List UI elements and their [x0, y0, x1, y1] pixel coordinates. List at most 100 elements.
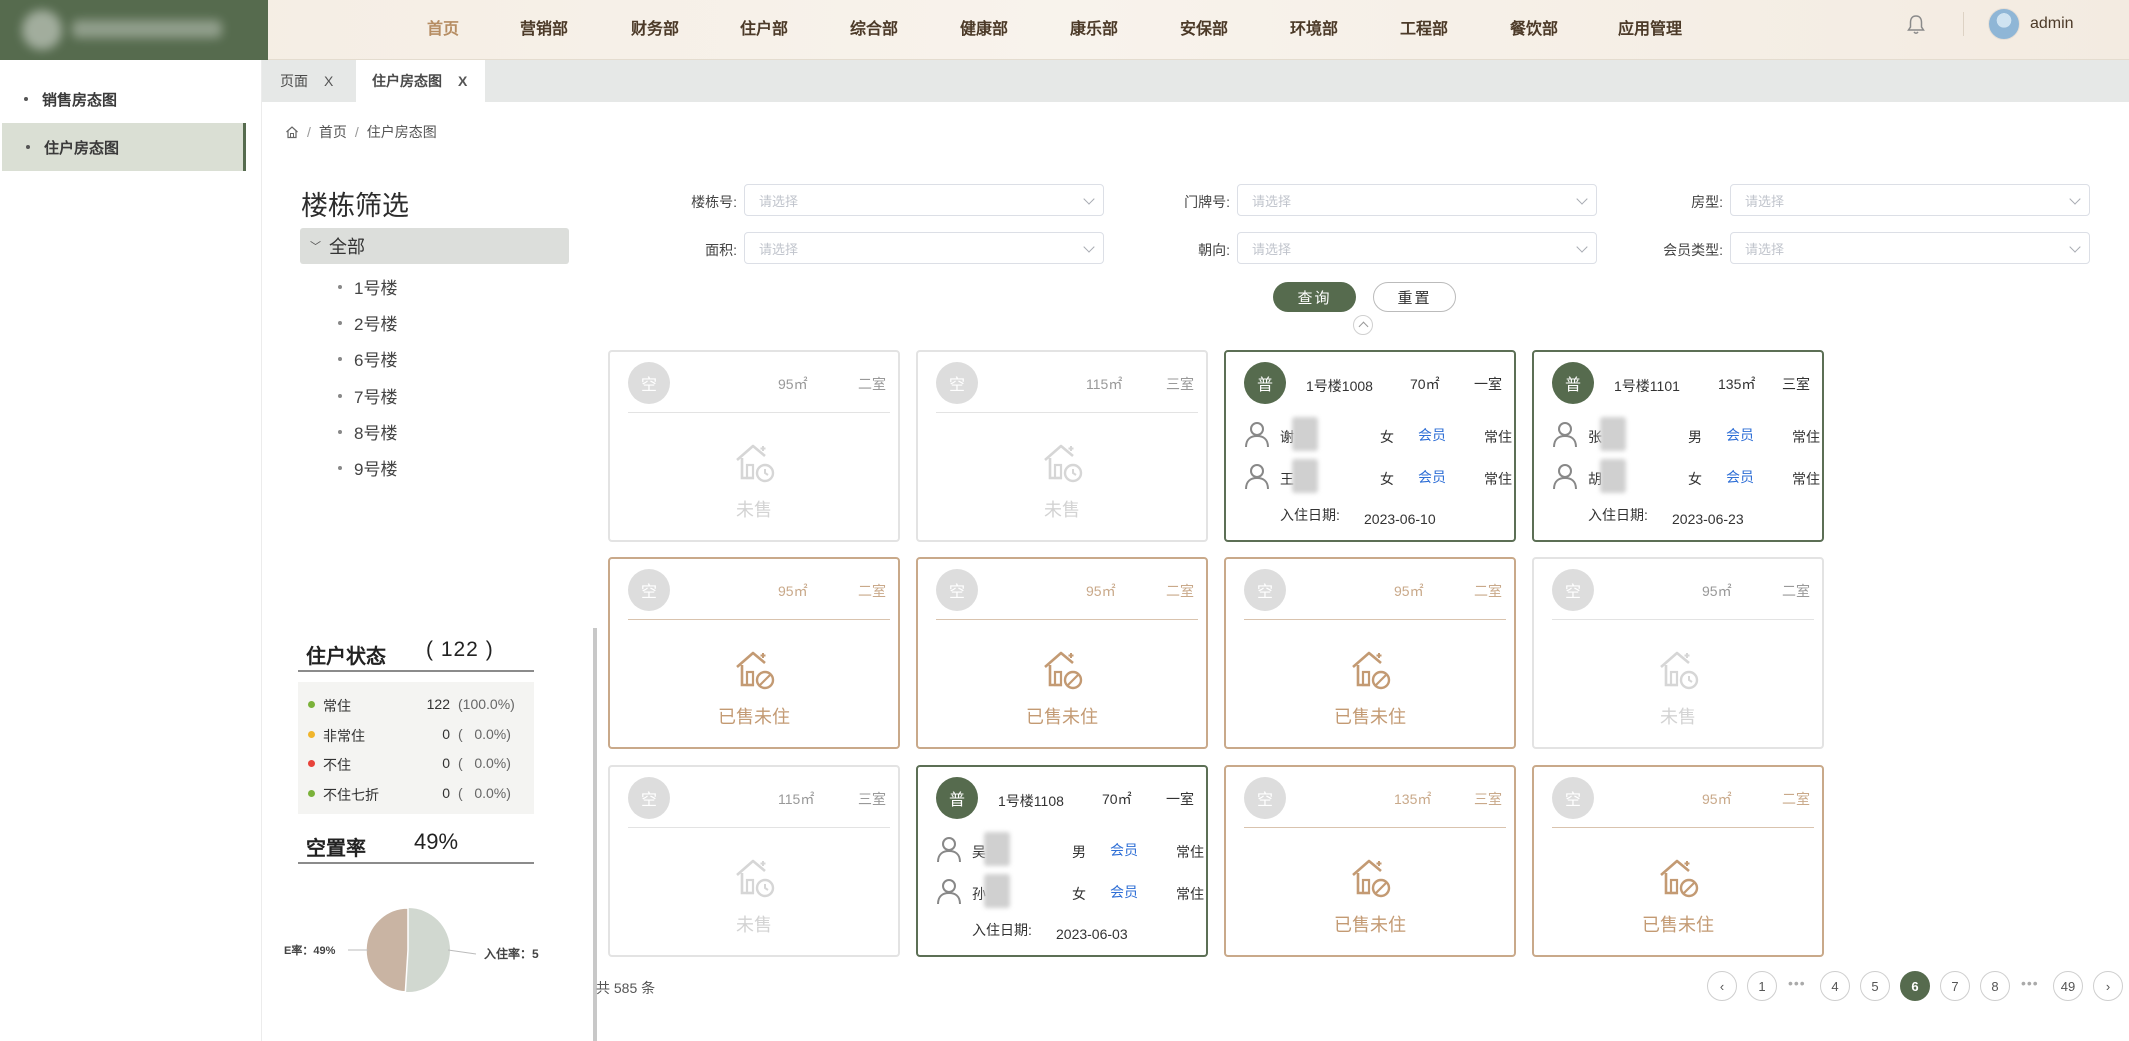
room-status-badge: 普	[1244, 362, 1286, 404]
resident-status-count: ( 122 )	[426, 638, 494, 661]
nav-item[interactable]: 工程部	[1400, 15, 1448, 39]
room-card-sold-vacant[interactable]: 空 135㎡ 三室 已售未住	[1224, 765, 1516, 957]
nav-item[interactable]: 综合部	[850, 15, 898, 39]
breadcrumb-home[interactable]: 首页	[319, 122, 347, 142]
room-card-unsold[interactable]: 空 95㎡ 二室 未售	[608, 350, 900, 542]
room-card-occupied[interactable]: 普 1号楼1108 70㎡ 一室吴男会员 常住孙女会员 常住 入住日期: 2023-06-03	[916, 765, 1208, 957]
tree-node-building[interactable]: 8号楼	[338, 419, 397, 444]
tree-node-building[interactable]: 6号楼	[338, 346, 397, 371]
bell-icon[interactable]	[1906, 14, 1926, 36]
nav-item[interactable]: 应用管理	[1618, 15, 1682, 39]
room-status-badge: 空	[628, 777, 670, 819]
room-card-sold-vacant[interactable]: 空 95㎡ 二室 已售未住	[1224, 557, 1516, 749]
room-card-occupied[interactable]: 普 1号楼1101 135㎡ 三室张男会员 常住胡女会员 常住 入住日期: 2023-06-2…	[1532, 350, 1824, 542]
person-icon	[1553, 422, 1577, 448]
room-card-sold-vacant[interactable]: 空 95㎡ 二室 已售未住	[608, 557, 900, 749]
pagination-prev-button[interactable]: ‹	[1707, 971, 1737, 1001]
resident-row[interactable]: 谢女会员 常住	[1244, 417, 1512, 451]
member-link[interactable]: 会员	[1726, 467, 1754, 487]
nav-item[interactable]: 财务部	[631, 15, 679, 39]
pagination-page[interactable]: 1	[1747, 971, 1777, 1001]
room-card-unsold[interactable]: 空 115㎡ 三室 未售	[916, 350, 1208, 542]
pagination-page[interactable]: 7	[1940, 971, 1970, 1001]
logo[interactable]	[0, 0, 268, 60]
area-select[interactable]: 请选择	[744, 232, 1104, 264]
tree-node-building[interactable]: 9号楼	[338, 455, 397, 480]
tree-node-building[interactable]: 1号楼	[338, 274, 397, 299]
tree-node-building[interactable]: 2号楼	[338, 310, 397, 335]
member-link[interactable]: 会员	[1726, 425, 1754, 445]
room-area: 135㎡	[1394, 791, 1432, 807]
tab-resident-room-map[interactable]: 住户房态图 X	[356, 60, 486, 102]
status-label: 不住	[323, 757, 351, 773]
room-card-sold-vacant[interactable]: 空 95㎡ 二室 已售未住	[1532, 765, 1824, 957]
tree-node-label: 7号楼	[354, 388, 398, 407]
tree-node-all[interactable]: ﹀ 全部	[300, 228, 569, 264]
nav-item[interactable]: 首页	[427, 15, 459, 39]
status-row: 不住七折 0 ( 0.0%)	[308, 783, 528, 805]
tree-node-label: 8号楼	[354, 424, 398, 443]
status-dot	[308, 731, 315, 738]
avatar[interactable]	[1988, 8, 2020, 40]
room-card-unsold[interactable]: 空 115㎡ 三室 未售	[608, 765, 900, 957]
nav-item[interactable]: 安保部	[1180, 15, 1228, 39]
top-bar: 首页 营销部 财务部 住户部 综合部 健康部 康乐部 安保部 环境部 工程部 餐饮部 应用管理 adm…	[0, 0, 2129, 60]
home-icon[interactable]	[285, 125, 299, 139]
resident-row[interactable]: 吴男会员 常住	[936, 832, 1204, 866]
room-card-unsold[interactable]: 空 95㎡ 二室 未售	[1532, 557, 1824, 749]
nav-item[interactable]: 住户部	[740, 15, 788, 39]
building-no-select[interactable]: 请选择	[744, 184, 1104, 216]
room-type: 二室	[858, 376, 886, 392]
member-link[interactable]: 会员	[1110, 882, 1138, 902]
close-icon[interactable]: X	[458, 73, 467, 89]
close-icon[interactable]: X	[324, 73, 333, 89]
nav-item[interactable]: 营销部	[520, 15, 568, 39]
member-link[interactable]: 会员	[1418, 467, 1446, 487]
nav-item[interactable]: 餐饮部	[1510, 15, 1558, 39]
room-name: 1号楼1008	[1306, 378, 1373, 394]
redacted-name	[1292, 417, 1318, 451]
resident-gender: 男	[1072, 844, 1086, 860]
nav-item[interactable]: 健康部	[960, 15, 1008, 39]
member-type-select[interactable]: 请选择	[1730, 232, 2090, 264]
sidebar-item-resident-room-map[interactable]: 住户房态图	[2, 123, 246, 171]
room-type: 二室	[1782, 791, 1810, 807]
room-type-select[interactable]: 请选择	[1730, 184, 2090, 216]
door-no-select[interactable]: 请选择	[1237, 184, 1597, 216]
pagination-page[interactable]: 5	[1860, 971, 1890, 1001]
username[interactable]: admin	[2030, 15, 2074, 33]
redacted-name	[984, 832, 1010, 866]
nav-item[interactable]: 环境部	[1290, 15, 1338, 39]
tree-node-label: 6号楼	[354, 351, 398, 370]
resident-row[interactable]: 孙女会员 常住	[936, 874, 1204, 908]
room-card-sold-vacant[interactable]: 空 95㎡ 二室 已售未住	[916, 557, 1208, 749]
resident-stay-status: 常住	[1176, 886, 1204, 902]
member-link[interactable]: 会员	[1110, 840, 1138, 860]
pagination-ellipsis[interactable]: •••	[1788, 975, 1806, 991]
orientation-select[interactable]: 请选择	[1237, 232, 1597, 264]
pagination-page[interactable]: 6	[1900, 971, 1930, 1001]
pagination-page[interactable]: 4	[1820, 971, 1850, 1001]
sidebar-item-label: 销售房态图	[42, 91, 118, 109]
resident-row[interactable]: 王女会员 常住	[1244, 459, 1512, 493]
pagination-page[interactable]: 49	[2053, 971, 2083, 1001]
room-card-occupied[interactable]: 普 1号楼1008 70㎡ 一室谢女会员 常住王女会员 常住 入住日期: 2023-06-10	[1224, 350, 1516, 542]
tree-node-building[interactable]: 7号楼	[338, 383, 397, 408]
vacancy-rate-row: 空置率 49%	[298, 822, 534, 864]
resident-row[interactable]: 胡女会员 常住	[1552, 459, 1820, 493]
collapse-filters-button[interactable]	[1353, 315, 1373, 335]
query-button[interactable]: 查询	[1273, 282, 1356, 312]
reset-button[interactable]: 重置	[1373, 282, 1456, 312]
room-status-label: 已售未住	[1334, 915, 1406, 935]
pagination-ellipsis[interactable]: •••	[2021, 975, 2039, 991]
pagination-next-button[interactable]: ›	[2093, 971, 2123, 1001]
room-area: 115㎡	[778, 791, 815, 807]
nav-item[interactable]: 康乐部	[1070, 15, 1118, 39]
sidebar: 销售房态图 住户房态图	[0, 60, 262, 1041]
pagination-page[interactable]: 8	[1980, 971, 2010, 1001]
resident-row[interactable]: 张男会员 常住	[1552, 417, 1820, 451]
room-name: 1号楼1101	[1614, 378, 1680, 394]
tab-page[interactable]: 页面 X	[262, 60, 351, 102]
sidebar-item-sales-room-map[interactable]: 销售房态图	[0, 75, 244, 123]
member-link[interactable]: 会员	[1418, 425, 1446, 445]
